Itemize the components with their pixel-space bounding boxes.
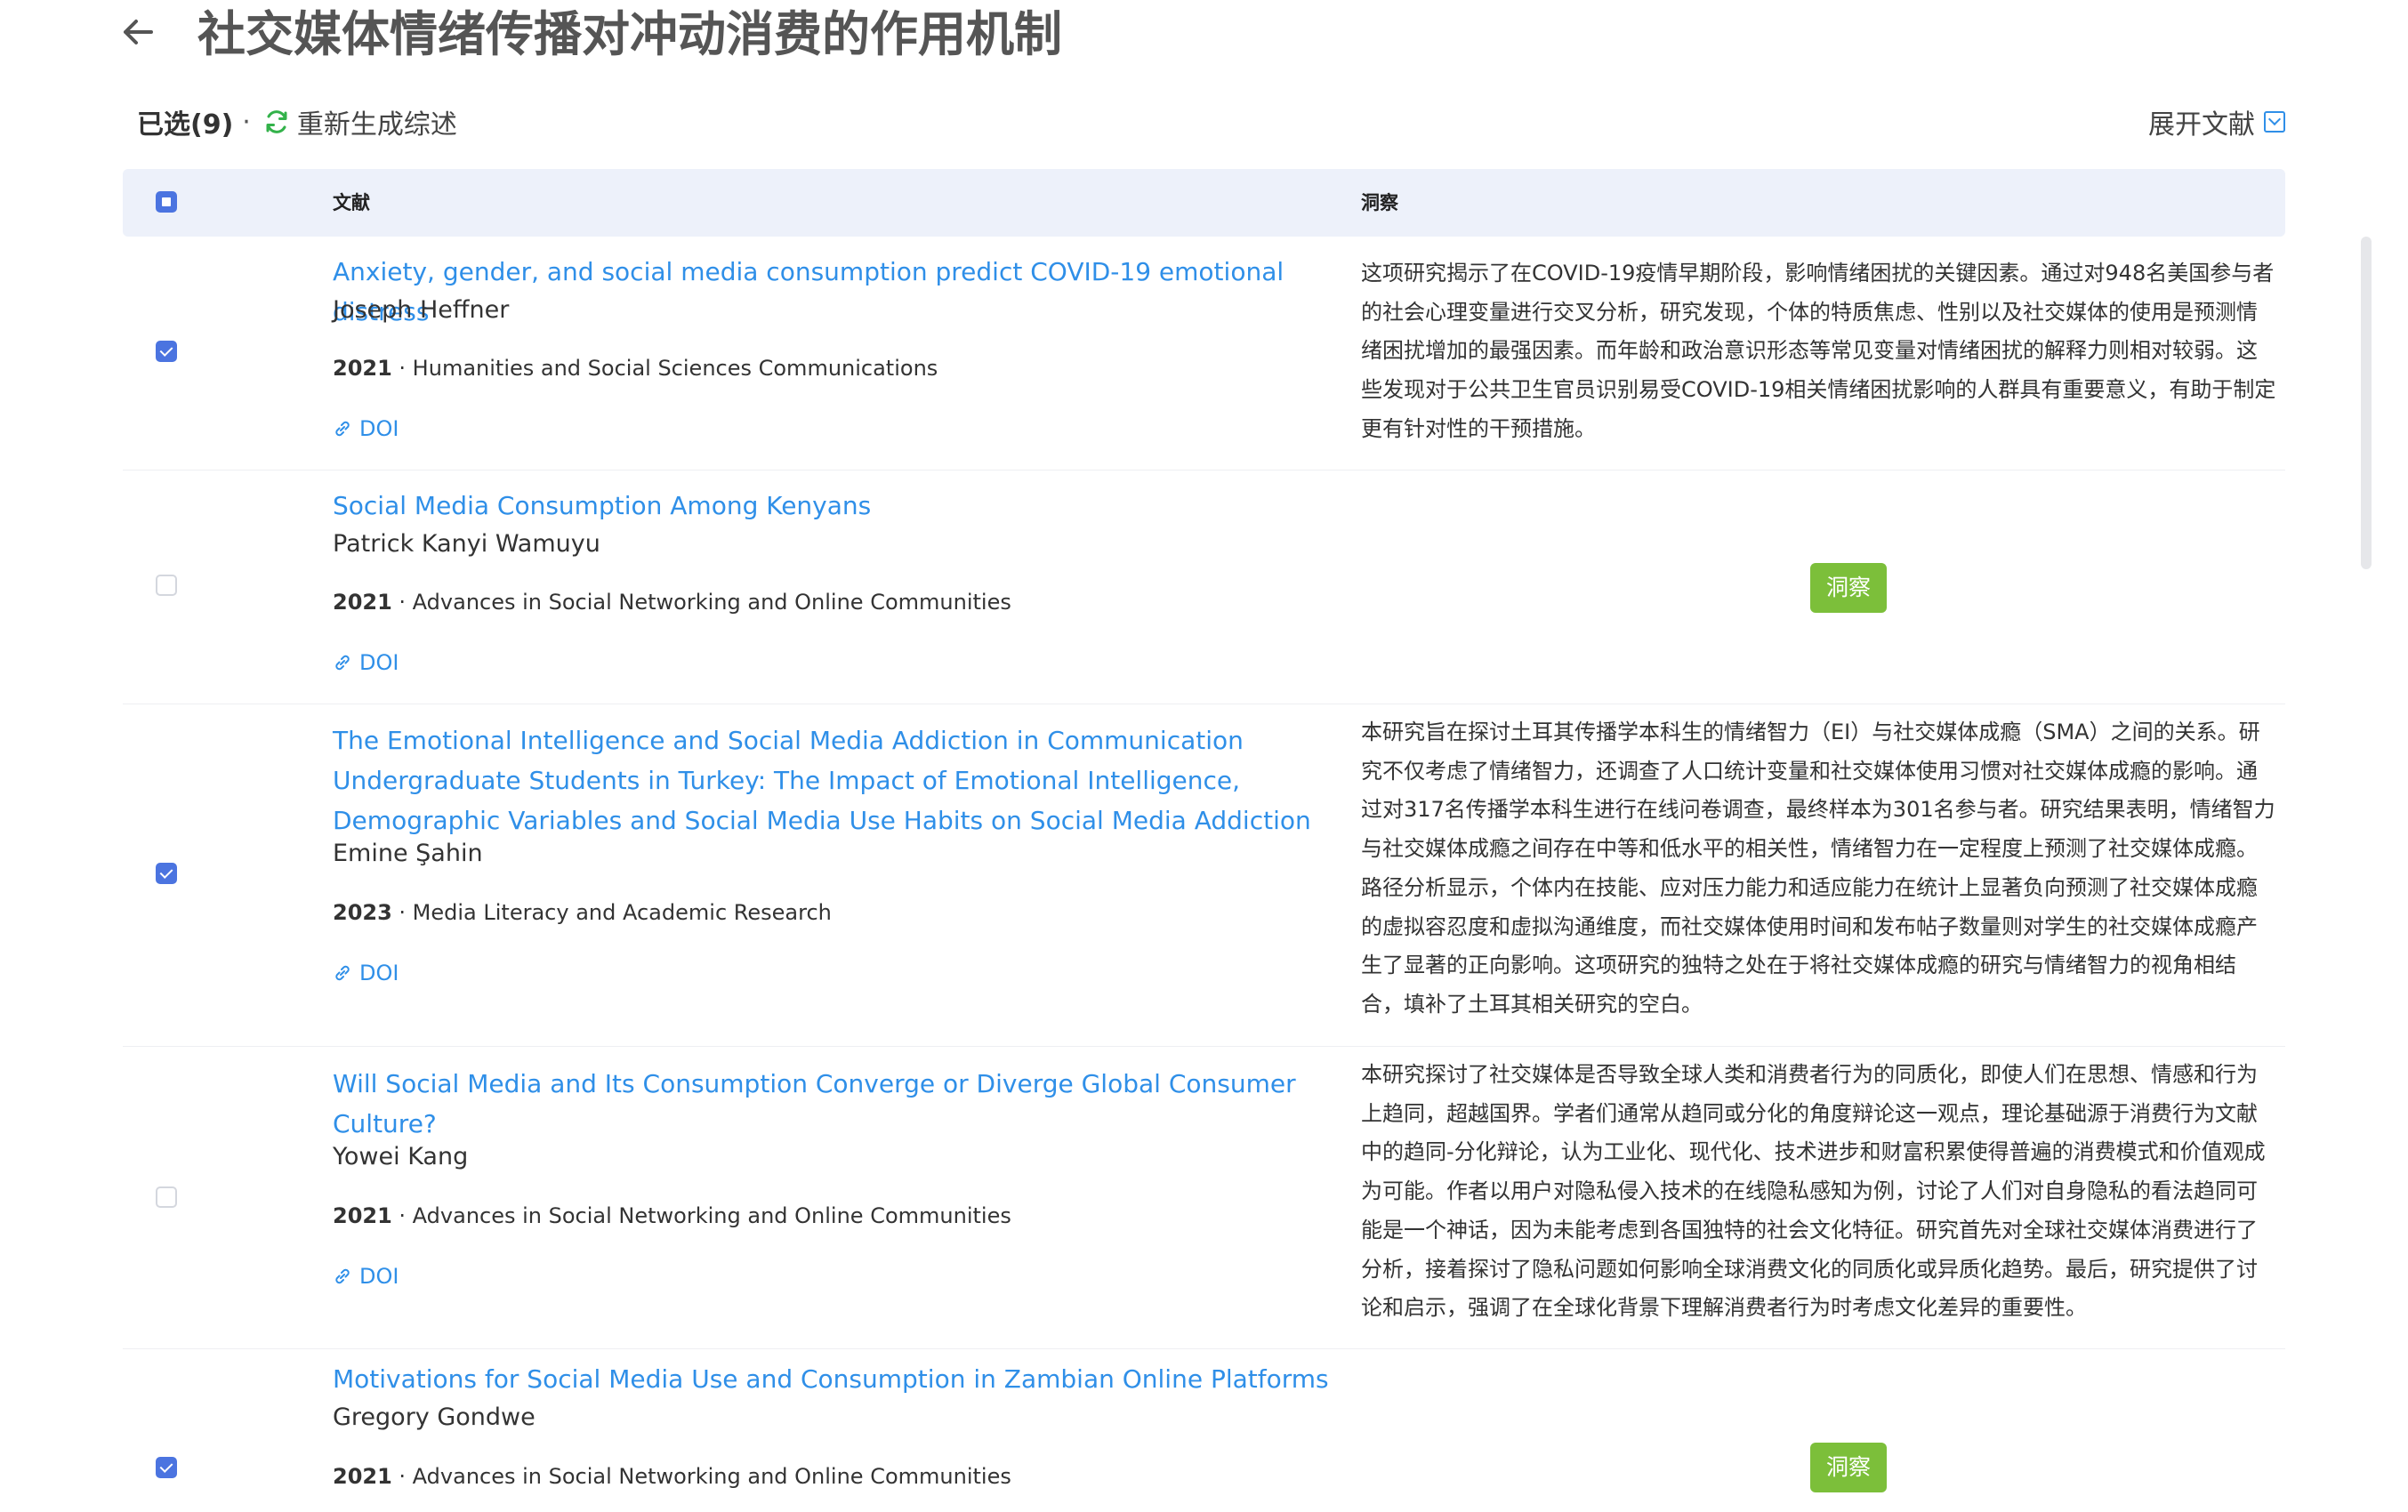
doi-label: DOI — [359, 1264, 399, 1289]
page-title: 社交媒体情绪传播对冲动消费的作用机制 — [197, 6, 1062, 62]
refresh-icon — [266, 110, 287, 133]
arrow-left-icon — [124, 20, 153, 44]
link-icon — [335, 965, 350, 981]
paper-author: Joseph Heffner — [333, 296, 510, 324]
paper-author: Yowei Kang — [333, 1143, 469, 1170]
paper-meta: 2023 · Media Literacy and Academic Resea… — [333, 897, 832, 929]
paper-author: Patrick Kanyi Wamuyu — [333, 530, 600, 558]
regenerate-review-label: 重新生成综述 — [296, 109, 457, 141]
row-checkbox[interactable] — [156, 1457, 177, 1478]
regenerate-review-button[interactable]: 重新生成综述 — [263, 102, 457, 141]
paper-year: 2023 — [333, 900, 392, 925]
generate-insight-button[interactable]: 洞察 — [1810, 1443, 1887, 1492]
row-checkbox[interactable] — [156, 575, 177, 596]
table-row: Will Social Media and Its Consumption Co… — [123, 1047, 2285, 1349]
table-row: Anxiety, gender, and social media consum… — [123, 237, 2285, 470]
paper-author: Emine Şahin — [333, 840, 483, 867]
paper-year: 2021 — [333, 1203, 392, 1228]
doi-link[interactable]: DOI — [333, 413, 399, 445]
selected-count: 已选(9) — [137, 109, 234, 141]
link-icon — [335, 655, 350, 671]
paper-year: 2021 — [333, 356, 392, 381]
doi-link[interactable]: DOI — [333, 957, 399, 989]
insight-text: 本研究旨在探讨土耳其传播学本科生的情绪智力（EI）与社交媒体成瘾（SMA）之间的… — [1361, 720, 2275, 1017]
doi-label: DOI — [359, 650, 399, 675]
table-row: The Emotional Intelligence and Social Me… — [123, 704, 2285, 1047]
back-button[interactable] — [118, 12, 157, 52]
link-icon — [335, 421, 350, 437]
insight-text: 本研究探讨了社交媒体是否导致全球人类和消费者行为的同质化，即使人们在思想、情感和… — [1361, 1062, 2266, 1321]
expand-literature-toggle[interactable]: 展开文献 — [2148, 102, 2285, 141]
row-checkbox[interactable] — [156, 341, 177, 362]
literature-table-body: Anxiety, gender, and social media consum… — [123, 237, 2285, 1512]
table-header: 文献 洞察 — [123, 169, 2285, 237]
paper-title-link[interactable]: Will Social Media and Its Consumption Co… — [333, 1064, 1329, 1144]
paper-author: Gregory Gondwe — [333, 1403, 536, 1431]
paper-venue: · Advances in Social Networking and Onli… — [391, 1203, 1011, 1228]
doi-link[interactable]: DOI — [333, 647, 399, 679]
insight-text: 这项研究揭示了在COVID-19疫情早期阶段，影响情绪困扰的关键因素。通过对94… — [1361, 261, 2276, 441]
doi-link[interactable]: DOI — [333, 1260, 399, 1292]
scrollbar-thumb[interactable] — [2361, 237, 2372, 569]
paper-year: 2021 — [333, 1464, 392, 1489]
paper-title-link[interactable]: The Emotional Intelligence and Social Me… — [333, 720, 1329, 840]
paper-venue: · Media Literacy and Academic Research — [391, 900, 832, 925]
paper-meta: 2021 · Humanities and Social Sciences Co… — [333, 352, 938, 384]
toolbar: 已选(9) · 重新生成综述 展开文献 — [137, 100, 2285, 144]
paper-venue: · Advances in Social Networking and Onli… — [391, 1464, 1011, 1489]
expand-literature-label: 展开文献 — [2148, 109, 2255, 141]
paper-year: 2021 — [333, 590, 392, 615]
row-checkbox[interactable] — [156, 863, 177, 884]
doi-label: DOI — [359, 416, 399, 441]
link-icon — [335, 1268, 350, 1284]
expand-chevron-icon — [2264, 111, 2285, 133]
table-row: Motivations for Social Media Use and Con… — [123, 1349, 2285, 1512]
separator: · — [242, 106, 251, 138]
generate-insight-button[interactable]: 洞察 — [1810, 563, 1887, 613]
paper-venue: · Humanities and Social Sciences Communi… — [391, 356, 938, 381]
column-header-insight: 洞察 — [1361, 192, 1398, 213]
paper-title-link[interactable]: Social Media Consumption Among Kenyans — [333, 486, 1329, 526]
row-checkbox[interactable] — [156, 1186, 177, 1208]
paper-meta: 2021 · Advances in Social Networking and… — [333, 586, 1011, 618]
column-header-literature: 文献 — [333, 192, 370, 213]
page: 社交媒体情绪传播对冲动消费的作用机制 已选(9) · 重新生成综述 展开文献 文… — [0, 0, 2408, 1512]
table-row: Social Media Consumption Among Kenyans P… — [123, 470, 2285, 704]
doi-label: DOI — [359, 961, 399, 985]
paper-venue: · Advances in Social Networking and Onli… — [391, 590, 1011, 615]
paper-meta: 2021 · Advances in Social Networking and… — [333, 1460, 1011, 1492]
select-all-checkbox[interactable] — [156, 191, 177, 213]
paper-meta: 2021 · Advances in Social Networking and… — [333, 1200, 1011, 1232]
paper-title-link[interactable]: Motivations for Social Media Use and Con… — [333, 1359, 1329, 1399]
